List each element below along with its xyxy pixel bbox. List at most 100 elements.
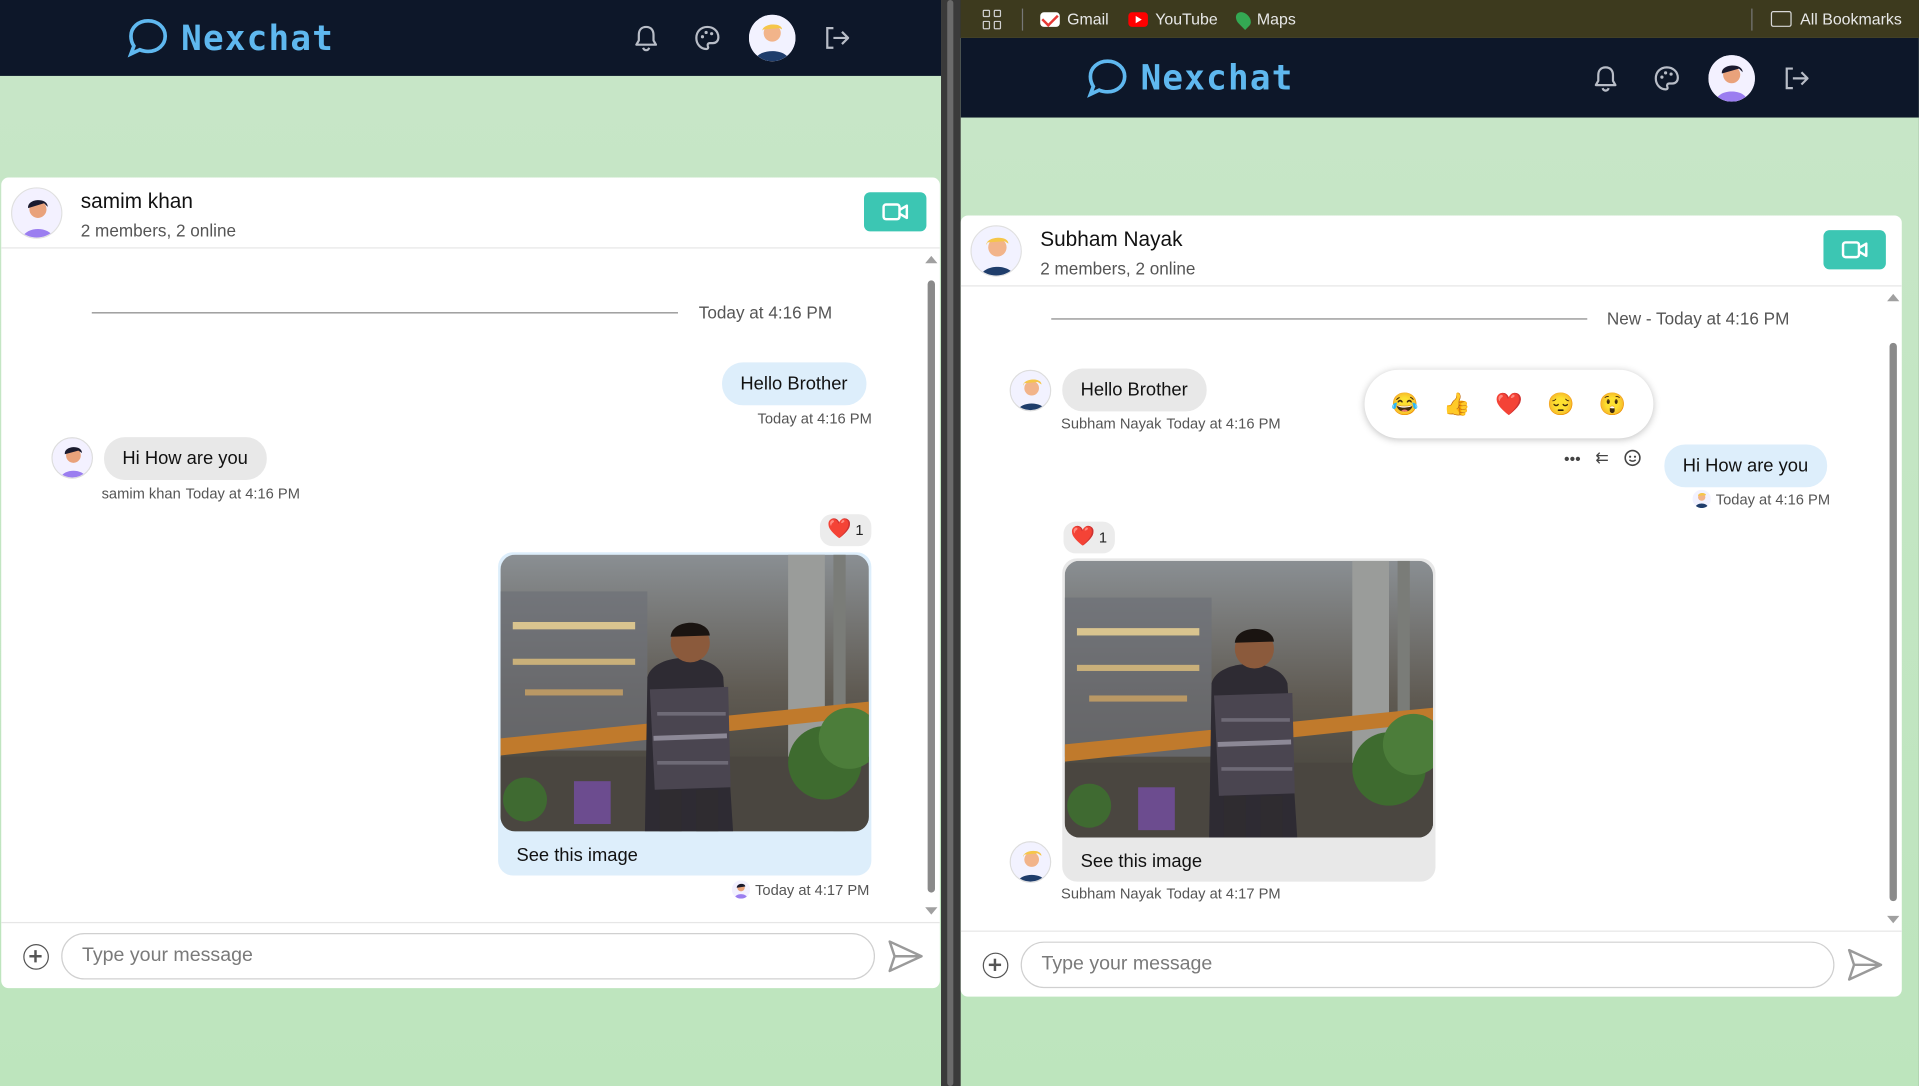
date-divider-line [91,312,678,314]
chat-window: samim khan 2 members, 2 online Today at … [1,177,940,989]
read-receipt-avatar [731,880,751,899]
pensive-emoji-option[interactable]: 😔 [1539,391,1583,417]
brand-name: Nexchat [181,17,335,59]
logout-icon[interactable] [1777,58,1816,97]
nav-actions [1586,54,1816,102]
message-scrollbar[interactable] [1886,293,1900,924]
top-nav: Nexchat [0,0,942,76]
reaction-count: 1 [855,521,864,539]
bookmarks-separator [1021,7,1024,30]
right-browser-pane: Nexchat Subham Nayak 2 members, 2 online… [960,37,1919,1086]
left-browser-pane: Nexchat samim khan 2 members, 2 online T… [0,0,942,1086]
message-timestamp: Today at 4:16 PM [1166,415,1281,433]
shared-photo[interactable] [500,554,869,832]
chat-header: Subham Nayak 2 members, 2 online [960,215,1902,287]
bookmark-gmail[interactable]: Gmail [1040,9,1109,29]
astonished-emoji-option[interactable]: 😲 [1591,391,1635,417]
composer [960,930,1902,997]
contact-name: samim khan [80,189,193,214]
composer [1,921,940,988]
reaction-chip[interactable]: ❤️ 1 [1063,521,1115,554]
video-call-button[interactable] [1823,230,1886,270]
scroll-thumb[interactable] [927,280,935,893]
read-receipt-avatar [1692,489,1711,509]
scroll-down-arrow[interactable] [925,907,938,915]
palette-icon[interactable] [1647,58,1686,97]
message-scrollbar[interactable] [924,255,938,915]
contact-avatar[interactable] [970,225,1022,277]
message-bubble-outgoing[interactable]: Hi How are you [1664,444,1827,488]
folder-icon [1770,11,1792,27]
bookmark-youtube[interactable]: YouTube [1128,9,1218,29]
thumbs-up-emoji-option[interactable]: 👍 [1435,391,1479,417]
image-message-incoming[interactable]: See this image [1062,558,1436,882]
member-status: 2 members, 2 online [80,220,237,240]
sender-avatar[interactable] [1009,841,1052,883]
message-meta: samim khan Today at 4:16 PM [102,485,300,502]
scroll-thumb[interactable] [1889,342,1897,902]
brand-logo[interactable]: Nexchat [127,17,334,59]
video-call-button[interactable] [864,192,927,232]
bookmarks-bar: Gmail YouTube Maps All Bookmarks [960,0,1919,38]
message-bubble-incoming[interactable]: Hi How are you [104,437,267,480]
heart-emoji-option[interactable]: ❤️ [1487,391,1531,417]
message-input[interactable] [61,932,876,980]
emoji-react-icon[interactable] [1623,449,1641,467]
contact-name: Subham Nayak [1040,227,1183,252]
reply-icon[interactable]: ⇇ [1595,448,1608,468]
scroll-up-arrow[interactable] [925,255,938,264]
more-options-icon[interactable]: ••• [1564,449,1581,467]
video-camera-icon [1841,241,1867,259]
shared-photo[interactable] [1064,560,1434,838]
window-divider [941,0,961,1086]
current-user-avatar[interactable] [1708,54,1755,102]
message-meta: Today at 4:16 PM [1692,489,1830,509]
sender-name: samim khan [101,484,181,503]
bookmark-label: Maps [1256,9,1296,29]
reaction-chip[interactable]: ❤️ 1 [819,514,871,547]
message-timestamp: Today at 4:17 PM [755,880,870,899]
scroll-down-arrow[interactable] [1887,915,1900,924]
bell-icon[interactable] [627,18,666,57]
contact-avatar[interactable] [11,187,63,239]
message-timestamp: Today at 4:17 PM [1166,885,1281,903]
video-camera-icon [881,203,908,221]
maps-pin-icon [1233,8,1254,30]
current-user-avatar[interactable] [748,14,796,62]
scroll-up-arrow[interactable] [1887,293,1900,302]
heart-emoji: ❤️ [1070,526,1096,548]
brand-name: Nexchat [1140,57,1294,98]
chat-bubble-icon [1087,58,1127,98]
image-caption: See this image [516,844,638,866]
date-divider-line [1051,318,1588,320]
gmail-icon [1040,11,1060,27]
reaction-count: 1 [1098,528,1108,547]
message-bubble-outgoing[interactable]: Hello Brother [722,362,866,406]
attach-plus-icon[interactable] [982,952,1009,979]
bookmark-maps[interactable]: Maps [1233,8,1296,30]
message-list[interactable]: Today at 4:16 PM Hello Brother Today at … [1,249,940,922]
message-list[interactable]: New - Today at 4:16 PM Hello Brother Sub… [961,287,1902,931]
message-bubble-incoming[interactable]: Hello Brother [1062,368,1207,412]
message-meta: Today at 4:17 PM [731,880,870,899]
image-message-outgoing[interactable]: See this image [498,552,872,876]
message-timestamp: Today at 4:16 PM [757,410,872,428]
message-meta: Subham Nayak Today at 4:16 PM [1061,415,1281,432]
bookmark-label: Gmail [1067,9,1109,29]
send-button[interactable] [1845,946,1884,983]
all-bookmarks-label: All Bookmarks [1800,9,1902,29]
brand-logo[interactable]: Nexchat [1087,57,1294,99]
all-bookmarks[interactable]: All Bookmarks [1751,7,1902,30]
sender-avatar[interactable] [1009,369,1052,412]
logout-icon[interactable] [817,18,856,57]
send-button[interactable] [886,938,925,975]
sender-avatar[interactable] [51,437,94,479]
message-input[interactable] [1020,941,1835,989]
palette-icon[interactable] [688,18,727,57]
laughing-emoji-option[interactable]: 😂 [1383,391,1427,417]
attach-plus-icon[interactable] [23,944,49,970]
bookmark-label: YouTube [1155,9,1218,29]
apps-grid-icon[interactable] [982,9,1003,29]
bell-icon[interactable] [1586,58,1625,97]
chat-header: samim khan 2 members, 2 online [1,178,940,249]
